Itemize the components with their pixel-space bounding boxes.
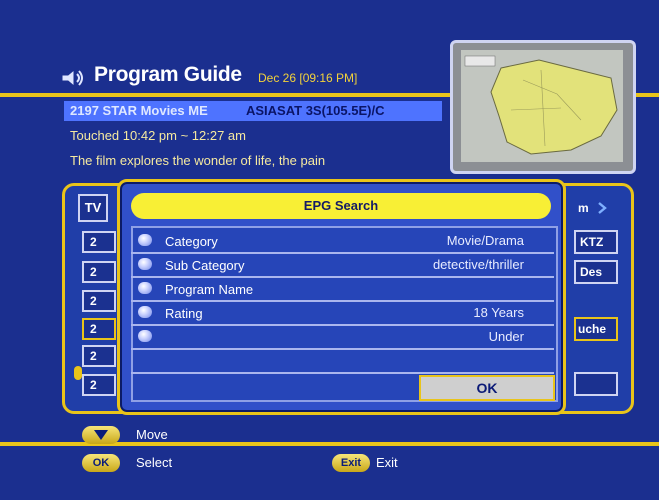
list-item[interactable]: 2 xyxy=(82,261,116,283)
field-program-name[interactable]: Program Name xyxy=(131,278,554,302)
exit-label: Exit xyxy=(376,455,398,470)
list-right-label: uche xyxy=(578,322,607,336)
field-category[interactable]: Category Movie/Drama xyxy=(131,230,554,254)
bullet-icon xyxy=(138,282,152,294)
channel-name: 2197 STAR Movies ME xyxy=(70,103,208,118)
list-item[interactable]: 2 xyxy=(82,345,116,367)
page-title: Program Guide xyxy=(94,63,242,86)
tab-tv[interactable]: TV xyxy=(78,194,108,222)
channel-bar: 2197 STAR Movies ME ASIASAT 3S(105.5E)/C xyxy=(64,101,442,121)
field-empty xyxy=(131,350,554,374)
scroll-indicator xyxy=(74,366,82,380)
list-right-cell[interactable] xyxy=(574,372,618,396)
field-label: Program Name xyxy=(165,282,254,297)
field-label: Rating xyxy=(165,306,203,321)
preview-image xyxy=(461,50,623,162)
program-description: The film explores the wonder of life, th… xyxy=(70,153,326,168)
video-preview xyxy=(450,40,636,174)
field-value: Movie/Drama xyxy=(446,233,524,248)
list-item[interactable]: 2 xyxy=(82,231,116,253)
list-item[interactable]: 2 xyxy=(82,290,116,312)
exit-key-icon[interactable]: Exit xyxy=(332,454,370,472)
ok-button[interactable]: OK xyxy=(419,375,555,401)
field-rating-qualifier[interactable]: Under xyxy=(131,326,554,350)
satellite-name: ASIASAT 3S(105.5E)/C xyxy=(246,103,385,118)
chevron-right-icon[interactable] xyxy=(597,202,607,214)
field-label: Sub Category xyxy=(165,258,245,273)
list-right-label: Des xyxy=(580,265,603,279)
bullet-icon xyxy=(138,258,152,270)
ok-key-icon[interactable]: OK xyxy=(82,454,120,472)
field-rating[interactable]: Rating 18 Years xyxy=(131,302,554,326)
bullet-icon xyxy=(138,306,152,318)
list-item[interactable]: 2 xyxy=(82,374,116,396)
datetime: Dec 26 [09:16 PM] xyxy=(258,71,358,85)
dialog-title: EPG Search xyxy=(131,193,551,219)
arrow-keys-icon xyxy=(82,426,120,444)
speaker-icon xyxy=(61,68,83,88)
bullet-icon xyxy=(138,234,152,246)
list-item-selected[interactable]: 2 xyxy=(82,318,116,340)
move-label: Move xyxy=(136,427,168,442)
list-right-cell[interactable] xyxy=(574,289,618,313)
map-image xyxy=(461,50,623,162)
list-right-cell-selected[interactable]: uche xyxy=(574,317,618,341)
list-right-cell[interactable]: Des xyxy=(574,260,618,284)
field-value: 18 Years xyxy=(473,305,524,320)
select-label: Select xyxy=(136,455,173,470)
field-sub-category[interactable]: Sub Category detective/thriller xyxy=(131,254,554,278)
list-right-label: m xyxy=(578,201,589,215)
program-title-time: Touched 10:42 pm ~ 12:27 am xyxy=(70,128,246,143)
list-right-cell[interactable]: KTZ xyxy=(574,230,618,254)
bullet-icon xyxy=(138,330,152,342)
field-value: detective/thriller xyxy=(432,257,524,272)
list-right-label: KTZ xyxy=(580,235,604,249)
field-value: Under xyxy=(488,329,524,344)
field-label: Category xyxy=(165,234,218,249)
tv-screen: Program Guide Dec 26 [09:16 PM] 2197 STA… xyxy=(0,0,659,500)
